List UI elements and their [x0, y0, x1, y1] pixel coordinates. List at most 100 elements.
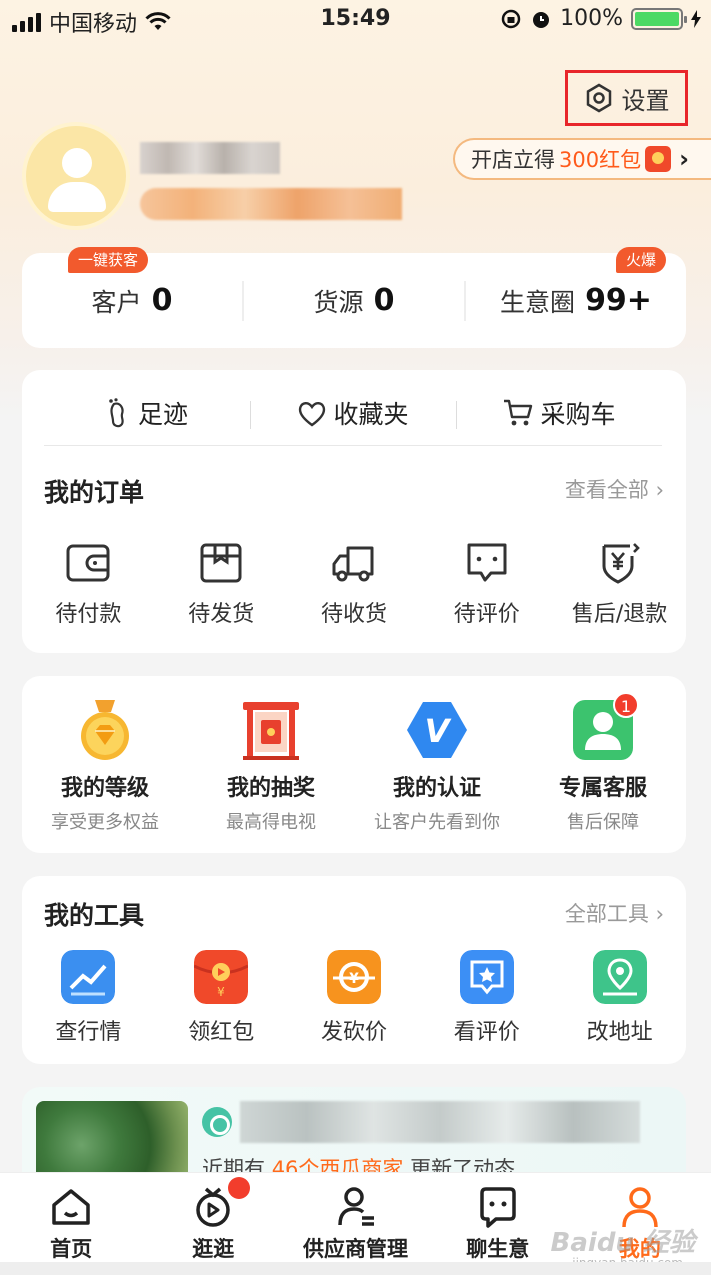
- order-status-label: 待发货: [188, 602, 255, 627]
- svg-text:V: V: [425, 712, 452, 750]
- feed-title-blurred: [240, 1101, 640, 1143]
- stat-label: 生意圈: [500, 287, 576, 317]
- charging-icon: [691, 9, 701, 28]
- stat-business-circle[interactable]: 火爆 生意圈 99+: [464, 246, 686, 321]
- quick-link-label: 采购车: [540, 399, 616, 429]
- service-title: 我的抽奖: [226, 776, 315, 801]
- stat-value: 0: [373, 283, 395, 318]
- stat-sources[interactable]: 货源 0: [242, 280, 464, 321]
- tools-title: 我的工具: [44, 901, 145, 930]
- settings-button[interactable]: 设置: [565, 70, 688, 126]
- svg-text:¥: ¥: [349, 971, 359, 987]
- tool-reviews[interactable]: 看评价: [420, 950, 553, 1046]
- battery-percent: 100%: [560, 6, 623, 31]
- tool-change-address[interactable]: 改地址: [553, 950, 686, 1046]
- order-status-label: 待评价: [453, 602, 520, 627]
- tool-label: 看评价: [453, 1020, 520, 1045]
- order-pending-review[interactable]: 待评价: [420, 540, 553, 628]
- avatar[interactable]: [22, 122, 130, 230]
- quick-link-footprint[interactable]: 足迹: [44, 395, 250, 431]
- order-after-sales[interactable]: 售后/退款: [553, 540, 686, 628]
- trend-icon: [61, 950, 116, 1004]
- stats-card: 一键获客 客户 0 货源 0 火爆 生意圈 99+: [22, 246, 686, 348]
- service-customer-support[interactable]: 1 专属客服 售后保障: [520, 692, 686, 853]
- settings-label: 设置: [621, 86, 670, 115]
- orientation-lock-icon: [501, 9, 521, 28]
- refund-icon: [602, 543, 640, 584]
- quick-links: 足迹 收藏夹 采购车: [44, 380, 662, 446]
- promo-amount: 300红包: [559, 148, 642, 172]
- baidu-watermark: Baidu 经验: [550, 1228, 695, 1258]
- tab-label: 首页: [50, 1237, 93, 1261]
- chevron-right-icon: ›: [655, 478, 664, 502]
- service-my-lottery[interactable]: 我的抽奖 最高得电视: [188, 698, 354, 853]
- company-blurred: [140, 188, 402, 220]
- tools-view-all[interactable]: 全部工具 ›: [565, 898, 664, 928]
- status-bar: 中国移动 15:49 100%: [0, 0, 711, 42]
- order-status-label: 售后/退款: [571, 602, 668, 627]
- tool-bargain[interactable]: ¥ 发砍价: [288, 950, 421, 1046]
- services-card: 我的等级 享受更多权益 我的抽奖 最高得电视 V 我的认证 让客户先看到你 1 …: [22, 676, 686, 853]
- order-status-row: 待付款 待发货 待收货 待评价 售后/退款: [22, 540, 686, 628]
- open-store-promo[interactable]: 开店立得 300红包 ›: [453, 138, 711, 180]
- bargain-icon: ¥: [326, 950, 381, 1004]
- lottery-icon: [243, 702, 299, 760]
- order-pending-payment[interactable]: 待付款: [22, 540, 155, 628]
- tool-red-packet[interactable]: ¥ 领红包: [155, 950, 288, 1046]
- stat-value: 99+: [585, 283, 652, 318]
- medal-icon: [81, 700, 129, 760]
- promo-prefix: 开店立得: [471, 148, 555, 172]
- feed-icon: [202, 1107, 232, 1137]
- orders-view-all[interactable]: 查看全部 ›: [565, 474, 664, 504]
- quick-link-label: 收藏夹: [333, 399, 409, 429]
- quick-link-favorites[interactable]: 收藏夹: [250, 395, 456, 431]
- battery-icon: [631, 7, 687, 30]
- tab-browse[interactable]: 逛逛: [142, 1173, 284, 1275]
- stat-value: 0: [151, 283, 173, 318]
- alarm-icon: [533, 11, 550, 28]
- stat-tag: 火爆: [616, 246, 667, 273]
- redpacket-icon: ¥: [194, 950, 249, 1004]
- orders-card: 足迹 收藏夹 采购车 我的订单 查看全部 › 待付款 待发货 待收货 待评价 售…: [22, 370, 686, 653]
- service-subtitle: 最高得电视: [226, 812, 316, 833]
- service-my-verification[interactable]: V 我的认证 让客户先看到你: [354, 698, 520, 853]
- wallet-icon: [66, 544, 110, 582]
- view-all-label: 查看全部: [564, 478, 649, 502]
- quick-link-cart[interactable]: 采购车: [456, 395, 662, 431]
- chevron-right-icon: ›: [679, 145, 689, 173]
- service-icon-wrap: 1: [571, 692, 639, 762]
- service-title: 专属客服: [558, 776, 647, 801]
- quick-link-label: 足迹: [137, 399, 188, 429]
- order-pending-shipment[interactable]: 待发货: [155, 540, 288, 628]
- view-all-label: 全部工具: [564, 902, 649, 926]
- username-blurred: [140, 142, 280, 174]
- service-my-level[interactable]: 我的等级 享受更多权益: [22, 698, 188, 853]
- tool-market-trend[interactable]: 查行情: [22, 950, 155, 1046]
- review-icon: [459, 950, 514, 1004]
- stat-label: 客户: [91, 287, 142, 317]
- chat-bubble-icon: [479, 1187, 516, 1228]
- tool-label: 查行情: [55, 1020, 122, 1045]
- tab-label: 逛逛: [192, 1237, 235, 1261]
- footprint-icon: [109, 397, 124, 427]
- redpacket-icon: [645, 146, 672, 172]
- service-subtitle: 让客户先看到你: [374, 812, 500, 833]
- stat-customers[interactable]: 一键获客 客户 0: [22, 246, 242, 321]
- order-status-label: 待收货: [320, 602, 387, 627]
- location-icon: [592, 950, 647, 1004]
- chat-icon: [467, 543, 507, 582]
- tools-card: 我的工具 全部工具 › 查行情 ¥ 领红包 ¥ 发砍价 看评价 改地址: [22, 876, 686, 1064]
- stat-label: 货源: [313, 287, 364, 317]
- cart-icon: [504, 399, 533, 425]
- tool-label: 改地址: [586, 1020, 653, 1045]
- tab-business-chat[interactable]: 聊生意: [427, 1173, 569, 1275]
- order-pending-receipt[interactable]: 待收货: [288, 540, 421, 628]
- home-icon: [52, 1189, 90, 1225]
- tab-supplier-management[interactable]: 供应商管理: [284, 1173, 426, 1275]
- chevron-right-icon: ›: [655, 902, 664, 926]
- verified-icon: V: [407, 702, 467, 758]
- package-icon: [200, 543, 242, 583]
- service-subtitle: 售后保障: [567, 812, 639, 833]
- tab-home[interactable]: 首页: [0, 1173, 142, 1275]
- svg-text:¥: ¥: [217, 985, 225, 999]
